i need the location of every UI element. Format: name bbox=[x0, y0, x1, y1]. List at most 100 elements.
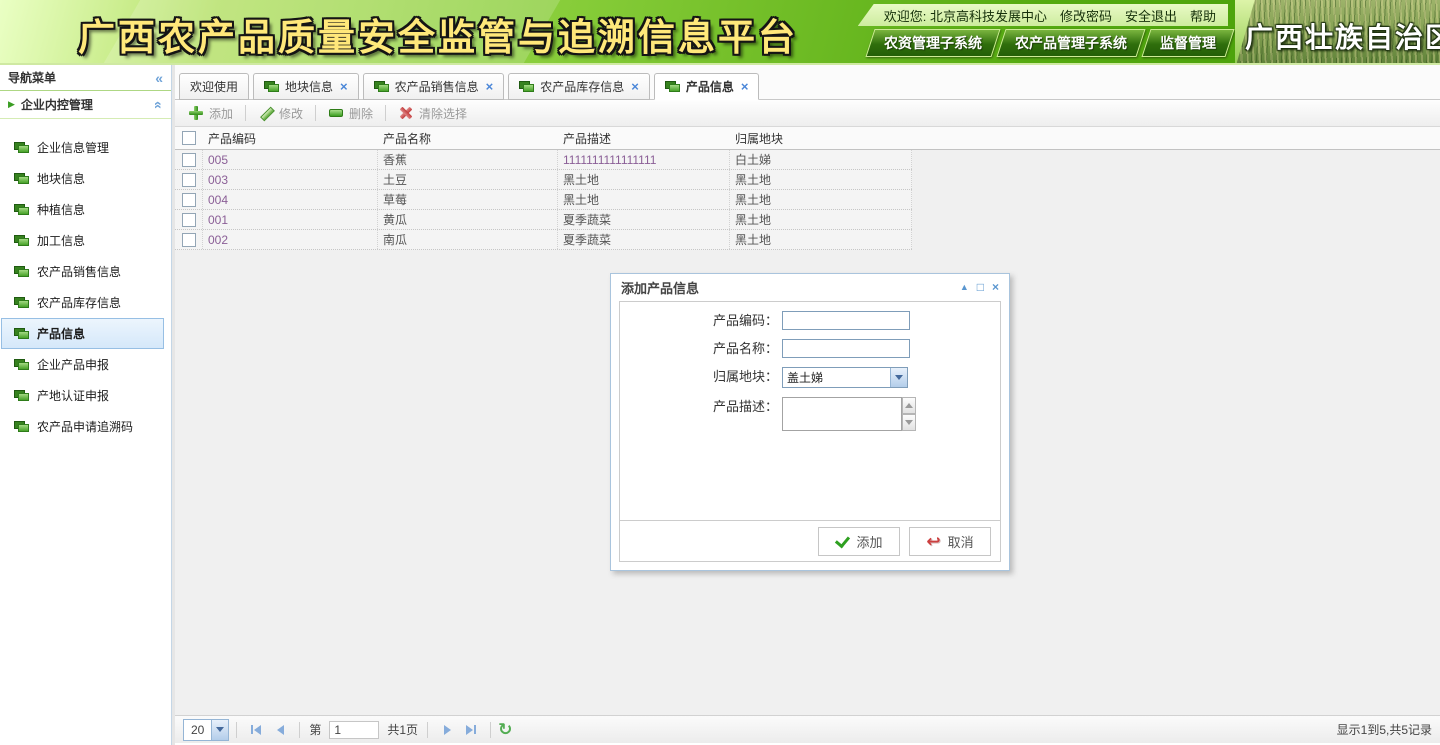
first-page-button[interactable] bbox=[244, 720, 268, 740]
spin-down-button[interactable] bbox=[902, 414, 916, 431]
content-tab[interactable]: 农产品销售信息 × bbox=[363, 73, 505, 100]
row-checkbox-cell bbox=[175, 210, 203, 229]
sidebar-menu-item[interactable]: 产品信息 bbox=[1, 318, 164, 349]
table-cell: 夏季蔬菜 bbox=[558, 230, 730, 249]
table-row[interactable]: 002南瓜夏季蔬菜黑土地 bbox=[175, 230, 912, 250]
clear-selection-button[interactable]: 清除选择 bbox=[393, 105, 472, 122]
tab-close-icon[interactable]: × bbox=[741, 79, 749, 94]
product-name-input[interactable] bbox=[782, 339, 910, 358]
content-tab[interactable]: 产品信息 × bbox=[654, 73, 760, 100]
next-page-button[interactable] bbox=[435, 720, 459, 740]
column-header[interactable]: 产品编码 bbox=[203, 130, 378, 147]
chevron-down-icon bbox=[216, 727, 224, 732]
column-header[interactable]: 产品名称 bbox=[378, 130, 558, 147]
sidebar-menu-item[interactable]: 农产品销售信息 bbox=[1, 256, 164, 287]
plot-select[interactable]: 盖土娣 bbox=[782, 367, 908, 388]
record-count-status: 显示1到5,共5记录 bbox=[1337, 721, 1432, 738]
row-checkbox[interactable] bbox=[182, 153, 196, 167]
table-cell: 白土娣 bbox=[730, 150, 912, 169]
content-tab[interactable]: 地块信息 × bbox=[253, 73, 359, 100]
sidebar-menu-item[interactable]: 产地认证申报 bbox=[1, 380, 164, 411]
table-cell: 002 bbox=[203, 230, 378, 249]
page-size-select[interactable]: 20 bbox=[183, 719, 229, 741]
table-cell: 1111111111111111 bbox=[558, 150, 730, 169]
sidebar-item-label: 地块信息 bbox=[37, 170, 85, 187]
folder-icon bbox=[14, 142, 30, 154]
select-all-checkbox[interactable] bbox=[182, 131, 196, 145]
row-checkbox[interactable] bbox=[182, 193, 196, 207]
folder-icon bbox=[14, 328, 30, 340]
prev-page-button[interactable] bbox=[268, 720, 292, 740]
dialog-cancel-button[interactable]: ↩ 取消 bbox=[909, 527, 991, 556]
table-row[interactable]: 005香蕉1111111111111111白土娣 bbox=[175, 150, 912, 170]
section-collapse-icon[interactable]: « bbox=[152, 101, 166, 109]
delete-button[interactable]: 删除 bbox=[323, 105, 378, 122]
select-all-cell bbox=[175, 131, 203, 145]
sidebar-menu-item[interactable]: 种植信息 bbox=[1, 194, 164, 225]
subsystem-agri-products-button[interactable]: 农产品管理子系统 bbox=[996, 29, 1145, 57]
dialog-titlebar[interactable]: 添加产品信息 ▲ □ × bbox=[611, 274, 1009, 300]
help-link[interactable]: 帮助 bbox=[1190, 6, 1216, 25]
sidebar-item-label: 农产品销售信息 bbox=[37, 263, 121, 280]
row-checkbox[interactable] bbox=[182, 233, 196, 247]
table-row[interactable]: 001黄瓜夏季蔬菜黑土地 bbox=[175, 210, 912, 230]
spin-up-button[interactable] bbox=[902, 397, 916, 414]
sidebar-menu-item[interactable]: 企业信息管理 bbox=[1, 132, 164, 163]
product-desc-textarea[interactable] bbox=[782, 397, 902, 431]
dialog-close-icon[interactable]: × bbox=[992, 280, 999, 294]
chevron-down-icon bbox=[905, 420, 913, 425]
table-cell: 黑土地 bbox=[730, 190, 912, 209]
sidebar-section-header[interactable]: ▶ 企业内控管理 « bbox=[0, 91, 171, 119]
table-cell: 南瓜 bbox=[378, 230, 558, 249]
next-page-icon bbox=[444, 725, 451, 735]
folder-icon bbox=[14, 390, 30, 402]
table-cell: 黑土地 bbox=[730, 210, 912, 229]
add-button[interactable]: 添加 bbox=[183, 105, 238, 122]
table-row[interactable]: 003土豆黑土地黑土地 bbox=[175, 170, 912, 190]
row-checkbox[interactable] bbox=[182, 213, 196, 227]
select-arrow-button[interactable] bbox=[211, 720, 228, 740]
sidebar-menu-item[interactable]: 加工信息 bbox=[1, 225, 164, 256]
tab-close-icon[interactable]: × bbox=[631, 79, 639, 94]
subsystem-label: 监督管理 bbox=[1160, 33, 1216, 53]
edit-button[interactable]: 修改 bbox=[253, 105, 308, 122]
folder-icon bbox=[14, 173, 30, 185]
select-arrow-button[interactable] bbox=[890, 368, 907, 387]
row-checkbox[interactable] bbox=[182, 173, 196, 187]
sidebar-menu-item[interactable]: 农产品库存信息 bbox=[1, 287, 164, 318]
supervision-button[interactable]: 监督管理 bbox=[1141, 29, 1234, 57]
page-number-input[interactable]: 1 bbox=[329, 721, 379, 739]
sidebar-menu-item[interactable]: 企业产品申报 bbox=[1, 349, 164, 380]
sidebar-item-label: 产品信息 bbox=[37, 325, 85, 342]
refresh-icon[interactable]: ↻ bbox=[498, 721, 512, 738]
table-row[interactable]: 004草莓黑土地黑土地 bbox=[175, 190, 912, 210]
change-password-link[interactable]: 修改密码 bbox=[1060, 6, 1112, 25]
logout-link[interactable]: 安全退出 bbox=[1125, 6, 1177, 25]
wheat-photo: 广西壮族自治区 bbox=[1235, 0, 1440, 65]
content-tab[interactable]: 农产品库存信息 × bbox=[508, 73, 650, 100]
dialog-add-button[interactable]: 添加 bbox=[818, 527, 900, 556]
add-button-label: 添加 bbox=[209, 105, 233, 122]
subsystem-label: 农资管理子系统 bbox=[884, 33, 982, 53]
delete-button-label: 删除 bbox=[349, 105, 373, 122]
region-name: 广西壮族自治区 bbox=[1245, 16, 1440, 56]
folder-icon bbox=[14, 359, 30, 371]
first-page-icon bbox=[254, 725, 261, 735]
last-page-button[interactable] bbox=[459, 720, 483, 740]
tab-close-icon[interactable]: × bbox=[486, 79, 494, 94]
tab-close-icon[interactable]: × bbox=[340, 79, 348, 94]
sidebar-menu-item[interactable]: 地块信息 bbox=[1, 163, 164, 194]
dialog-add-label: 添加 bbox=[856, 532, 882, 551]
subsystem-agri-materials-button[interactable]: 农资管理子系统 bbox=[865, 29, 1000, 57]
dialog-maximize-icon[interactable]: □ bbox=[977, 280, 984, 294]
product-code-input[interactable] bbox=[782, 311, 910, 330]
row-checkbox-cell bbox=[175, 150, 203, 169]
column-header[interactable]: 归属地块 bbox=[730, 130, 912, 147]
sidebar-collapse-icon[interactable]: « bbox=[155, 71, 163, 85]
grid-body: 005香蕉1111111111111111白土娣 003土豆黑土地黑土地 004… bbox=[175, 150, 1440, 250]
dialog-collapse-icon[interactable]: ▲ bbox=[960, 282, 969, 292]
sidebar-menu-item[interactable]: 农产品申请追溯码 bbox=[1, 411, 164, 442]
pagination-bar: 20 第 1 共1页 ↻ 显示1到5,共5记录 bbox=[175, 715, 1440, 743]
content-tab[interactable]: 欢迎使用 bbox=[179, 73, 249, 100]
column-header[interactable]: 产品描述 bbox=[558, 130, 730, 147]
